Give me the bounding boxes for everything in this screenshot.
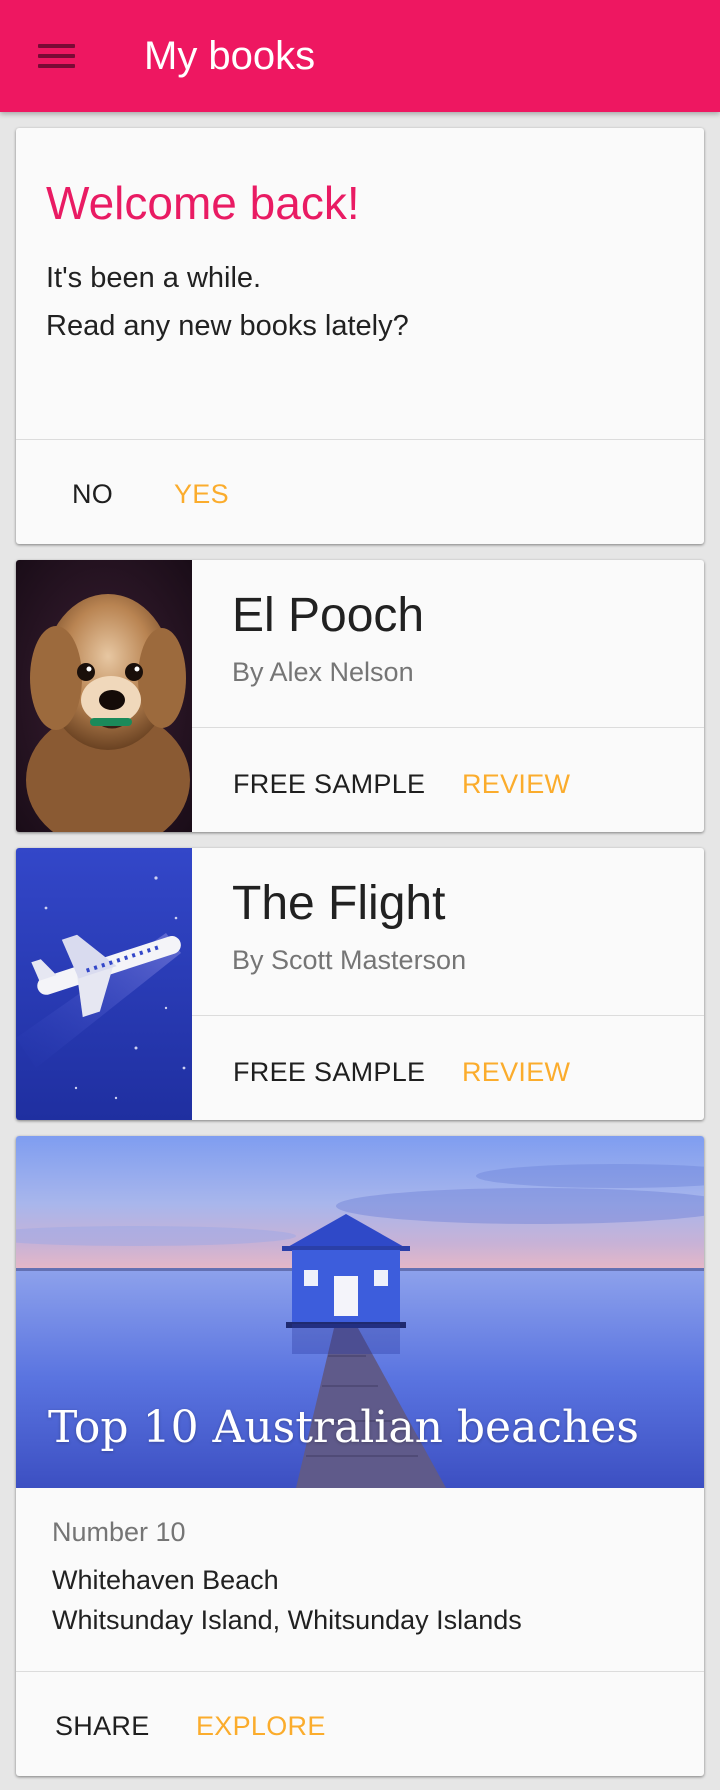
share-button[interactable]: SHARE [55, 1708, 150, 1744]
card-divider [16, 439, 704, 440]
app-bar: My books [0, 0, 720, 112]
welcome-card: Welcome back! It's been a while. Read an… [16, 128, 704, 544]
welcome-heading: Welcome back! [46, 177, 360, 229]
card-divider [16, 1671, 704, 1672]
free-sample-button[interactable]: FREE SAMPLE [233, 1054, 425, 1090]
card-divider [192, 1015, 704, 1016]
dog-photo [16, 560, 192, 832]
card-divider [192, 727, 704, 728]
hero-image: Top 10 Australian beaches [16, 1136, 704, 1488]
book-cover [16, 560, 192, 832]
book-author: By Scott Masterson [232, 945, 467, 975]
book-card-el-pooch[interactable]: El Pooch By Alex Nelson FREE SAMPLE REVI… [16, 560, 704, 832]
review-button[interactable]: REVIEW [462, 1054, 570, 1090]
feature-place: Whitehaven Beach [52, 1565, 279, 1595]
book-title: El Pooch [232, 589, 425, 642]
book-cover [16, 848, 192, 1120]
yes-button[interactable]: YES [174, 476, 229, 512]
review-button[interactable]: REVIEW [462, 766, 570, 802]
feature-title: Top 10 Australian beaches [48, 1402, 639, 1453]
book-title: The Flight [232, 877, 446, 930]
no-button[interactable]: NO [72, 476, 113, 512]
feature-region: Whitsunday Island, Whitsunday Islands [52, 1605, 522, 1635]
page-title: My books [144, 34, 316, 78]
book-card-the-flight[interactable]: The Flight By Scott Masterson FREE SAMPL… [16, 848, 704, 1120]
explore-button[interactable]: EXPLORE [196, 1708, 326, 1744]
feature-card[interactable]: Top 10 Australian beaches Number 10 Whit… [16, 1136, 704, 1776]
book-author: By Alex Nelson [232, 657, 414, 687]
welcome-line-1: It's been a while. [46, 262, 262, 294]
welcome-line-2: Read any new books lately? [46, 310, 409, 342]
menu-button[interactable] [20, 26, 92, 86]
feature-number: Number 10 [52, 1517, 186, 1547]
airplane-illustration [16, 848, 192, 1120]
free-sample-button[interactable]: FREE SAMPLE [233, 766, 425, 802]
